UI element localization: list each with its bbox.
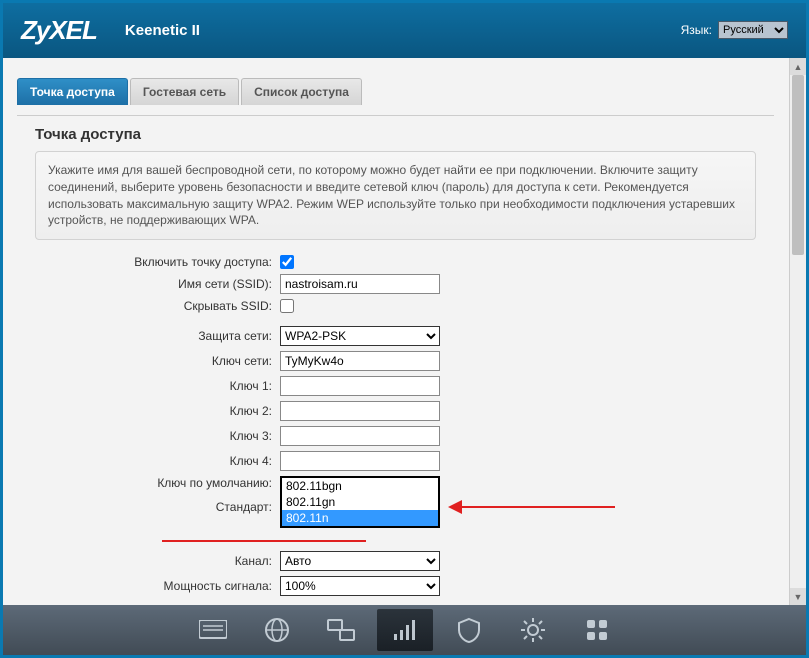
tab-access-point[interactable]: Точка доступа [17, 78, 128, 105]
nav-status-icon[interactable] [185, 609, 241, 651]
key4-input[interactable] [280, 451, 440, 471]
scroll-down-icon[interactable]: ▼ [790, 588, 806, 605]
nav-security-icon[interactable] [441, 609, 497, 651]
vertical-scrollbar[interactable]: ▲ ▼ [789, 58, 806, 605]
nav-apps-icon[interactable] [569, 609, 625, 651]
ssid-label: Имя сети (SSID): [35, 277, 280, 291]
tab-access-list[interactable]: Список доступа [241, 78, 362, 105]
standard-label: Стандарт: [35, 500, 280, 514]
enable-ap-label: Включить точку доступа: [35, 255, 280, 269]
scroll-thumb[interactable] [792, 75, 804, 255]
standard-option-n[interactable]: 802.11n [282, 510, 438, 526]
header-bar: ZyXEL Keenetic II Язык: Русский [3, 3, 806, 58]
enable-ap-checkbox[interactable] [280, 255, 294, 269]
standard-option-bgn[interactable]: 802.11bgn [282, 478, 438, 494]
page-description: Укажите имя для вашей беспроводной сети,… [35, 151, 756, 240]
key2-input[interactable] [280, 401, 440, 421]
key1-label: Ключ 1: [35, 379, 280, 393]
hide-ssid-checkbox[interactable] [280, 299, 294, 313]
security-select[interactable]: WPA2-PSK [280, 326, 440, 346]
security-label: Защита сети: [35, 329, 280, 343]
annotation-underline [162, 540, 366, 542]
bottom-nav [3, 605, 806, 655]
network-key-input[interactable] [280, 351, 440, 371]
tab-bar: Точка доступа Гостевая сеть Список досту… [17, 78, 774, 105]
key1-input[interactable] [280, 376, 440, 396]
brand-logo: ZyXEL [21, 15, 97, 46]
page-title: Точка доступа [35, 126, 756, 143]
key2-label: Ключ 2: [35, 404, 280, 418]
tab-guest-network[interactable]: Гостевая сеть [130, 78, 239, 105]
channel-select[interactable]: Авто [280, 551, 440, 571]
key4-label: Ключ 4: [35, 454, 280, 468]
standard-option-gn[interactable]: 802.11gn [282, 494, 438, 510]
power-select[interactable]: 100% [280, 576, 440, 596]
model-name: Keenetic II [125, 22, 200, 39]
language-select[interactable]: Русский [718, 21, 788, 39]
scroll-up-icon[interactable]: ▲ [790, 58, 806, 75]
nav-internet-icon[interactable] [249, 609, 305, 651]
power-label: Мощность сигнала: [35, 579, 280, 593]
nav-home-network-icon[interactable] [313, 609, 369, 651]
default-key-label: Ключ по умолчанию: [35, 476, 280, 490]
key3-label: Ключ 3: [35, 429, 280, 443]
hide-ssid-label: Скрывать SSID: [35, 299, 280, 313]
key3-input[interactable] [280, 426, 440, 446]
annotation-arrow [460, 506, 615, 508]
ssid-input[interactable] [280, 274, 440, 294]
nav-wifi-icon[interactable] [377, 609, 433, 651]
standard-dropdown-open[interactable]: 802.11bgn 802.11gn 802.11n [280, 476, 440, 528]
language-label: Язык: [681, 23, 712, 37]
channel-label: Канал: [35, 554, 280, 568]
network-key-label: Ключ сети: [35, 354, 280, 368]
nav-system-icon[interactable] [505, 609, 561, 651]
